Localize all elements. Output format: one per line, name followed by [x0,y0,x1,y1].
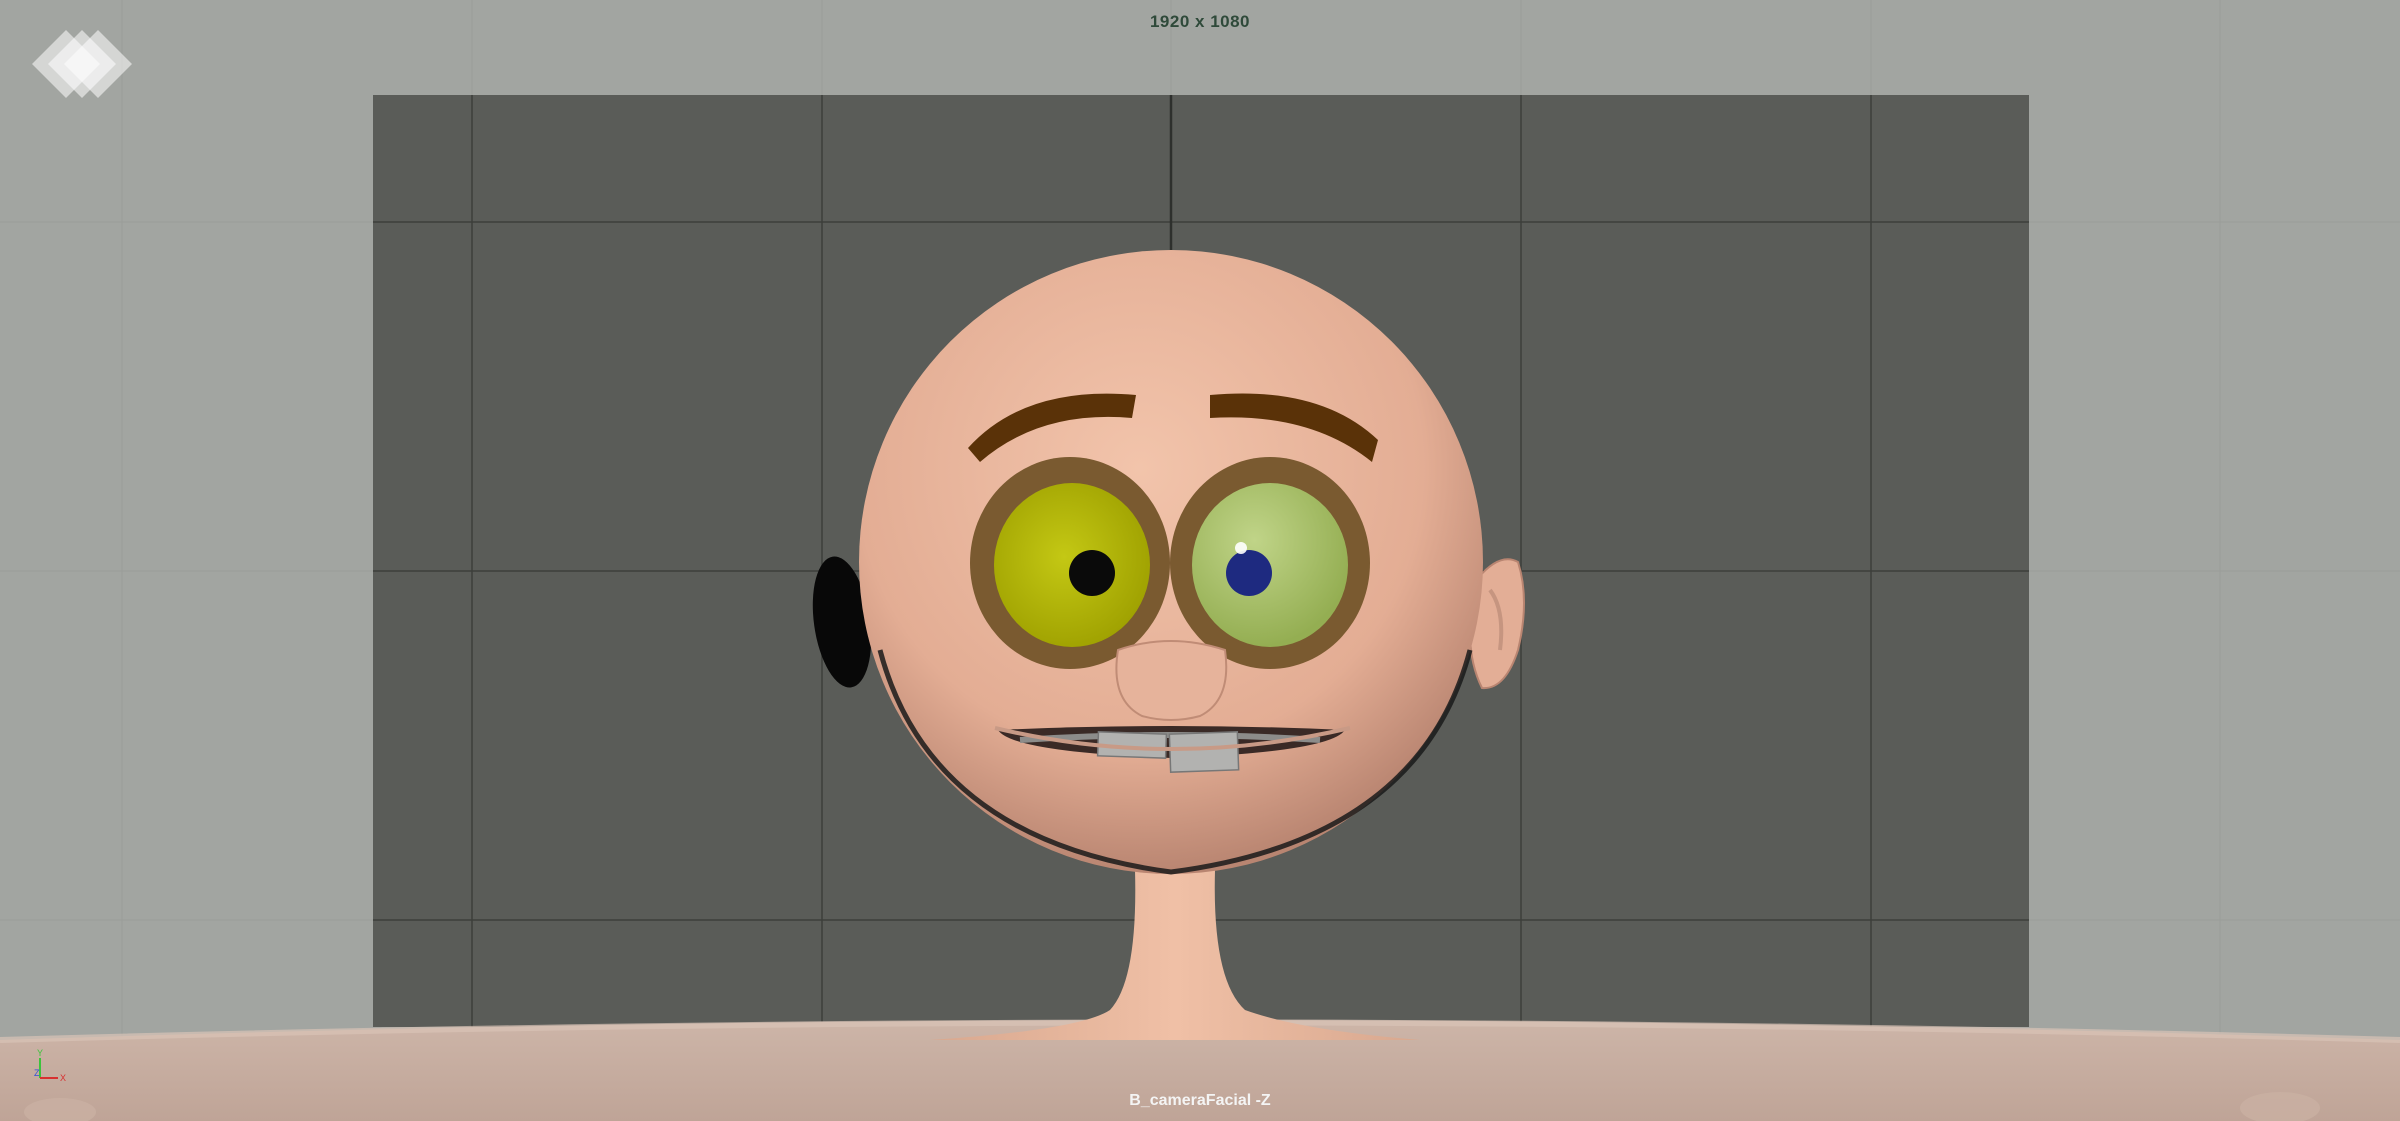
viewport-scene[interactable] [0,0,2400,1121]
character-nose [1115,640,1228,721]
view-axis-gizmo-icon: Y Z X [34,1048,66,1083]
camera-name-label: B_cameraFacial -Z [1129,1092,1271,1109]
maya-logo-icon [32,30,132,98]
3d-viewport[interactable]: 1920 x 1080 Y Z X B_cameraFacial -Z [0,0,2400,1121]
axis-label-y: Y [37,1048,43,1058]
character-tooth-right [1168,731,1240,773]
character-left-pupil [1069,550,1115,596]
character-right-pupil [1226,550,1272,596]
axis-label-x: X [60,1073,66,1083]
resolution-label: 1920 x 1080 [1149,12,1251,31]
axis-label-z: Z [34,1068,40,1078]
